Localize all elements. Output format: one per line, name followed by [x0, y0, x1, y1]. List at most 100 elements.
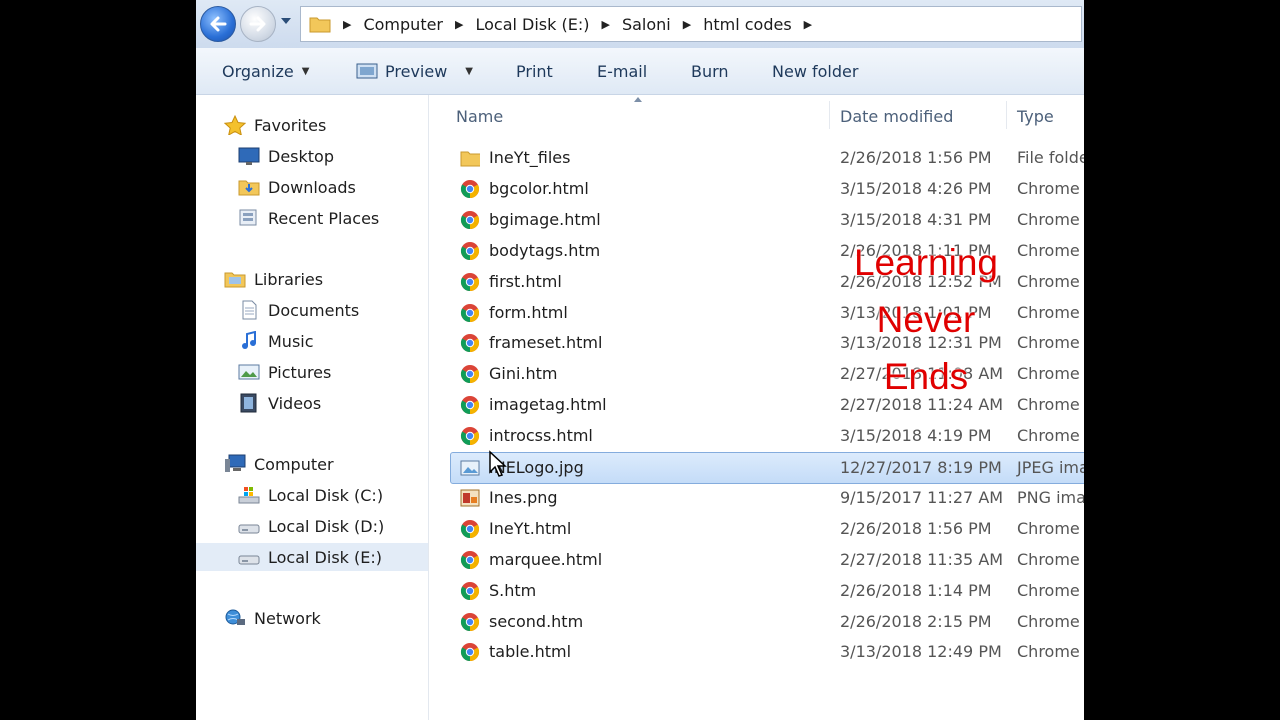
- file-date-modified: 12/27/2017 8:19 PM: [840, 458, 1002, 477]
- file-type: Chrome: [1017, 518, 1080, 538]
- chrome-icon: [460, 612, 480, 631]
- arrow-right-icon: [249, 16, 266, 32]
- file-row[interactable]: IneYt_files 2/26/2018 1:56 PM File folde: [451, 143, 1084, 173]
- new-folder-button[interactable]: New folder: [772, 48, 858, 94]
- column-date-modified[interactable]: Date modified: [840, 107, 953, 126]
- file-name: second.htm: [489, 611, 584, 631]
- back-button[interactable]: [200, 6, 236, 42]
- file-row[interactable]: second.htm 2/26/2018 2:15 PM Chrome: [451, 607, 1084, 637]
- file-date-modified: 3/15/2018 4:19 PM: [840, 426, 992, 446]
- chrome-icon: [460, 272, 480, 291]
- organize-label: Organize: [222, 61, 294, 81]
- file-name: table.html: [489, 642, 572, 662]
- preview-button[interactable]: Preview ▼: [355, 48, 473, 94]
- nav-videos[interactable]: Videos: [238, 389, 321, 417]
- nav-disk-c-label: Local Disk (C:): [268, 485, 384, 505]
- nav-pictures-label: Pictures: [268, 362, 332, 382]
- nav-computer[interactable]: Computer: [224, 450, 334, 478]
- column-divider[interactable]: [1006, 101, 1007, 129]
- file-type: Chrome: [1017, 364, 1080, 384]
- file-name: Gini.htm: [489, 364, 558, 384]
- file-type: Chrome: [1017, 642, 1080, 662]
- breadcrumb-arrow-icon[interactable]: ▶: [683, 18, 691, 31]
- nav-disk-d-label: Local Disk (D:): [268, 516, 385, 536]
- mouse-cursor-icon: [489, 450, 507, 477]
- nav-recent-places[interactable]: Recent Places: [238, 204, 379, 232]
- column-divider[interactable]: [829, 101, 830, 129]
- nav-local-disk-c[interactable]: Local Disk (C:): [238, 481, 383, 509]
- nav-network[interactable]: Network: [224, 604, 321, 632]
- file-name: form.html: [489, 302, 568, 322]
- png-icon: [460, 489, 480, 507]
- nav-documents-label: Documents: [268, 300, 360, 320]
- file-name: IneYt.html: [489, 518, 572, 538]
- folder-icon: [460, 151, 480, 167]
- file-type: PNG ima: [1017, 487, 1084, 507]
- breadcrumb-saloni[interactable]: Saloni: [622, 15, 671, 34]
- nav-downloads-label: Downloads: [268, 177, 356, 197]
- chrome-icon: [460, 210, 480, 229]
- file-date-modified: 3/13/2018 12:49 PM: [840, 642, 1002, 662]
- recent-pages-dropdown-icon[interactable]: [280, 16, 292, 26]
- breadcrumb-arrow-icon[interactable]: ▶: [343, 18, 351, 31]
- preview-label: Preview: [385, 61, 448, 81]
- file-type: JPEG ima: [1017, 458, 1084, 477]
- nav-downloads[interactable]: Downloads: [238, 173, 356, 201]
- file-row[interactable]: introcss.html 3/15/2018 4:19 PM Chrome: [451, 421, 1084, 451]
- nav-pictures[interactable]: Pictures: [238, 358, 331, 386]
- file-row[interactable]: IneYt.html 2/26/2018 1:56 PM Chrome: [451, 514, 1084, 544]
- column-header: Name Date modified Type: [429, 95, 1084, 135]
- file-date-modified: 2/27/2018 11:35 AM: [840, 549, 1004, 569]
- breadcrumb-arrow-icon[interactable]: ▶: [804, 18, 812, 31]
- file-type: Chrome: [1017, 426, 1080, 446]
- breadcrumb-html-codes[interactable]: html codes: [703, 15, 791, 34]
- nav-disk-e-label: Local Disk (E:): [268, 547, 382, 567]
- file-date-modified: 2/26/2018 1:56 PM: [840, 148, 992, 167]
- nav-desktop[interactable]: Desktop: [238, 142, 334, 170]
- chrome-icon: [460, 396, 480, 415]
- file-name: bgimage.html: [489, 209, 601, 229]
- file-row[interactable]: bgcolor.html 3/15/2018 4:26 PM Chrome: [451, 174, 1084, 204]
- pictures-icon: [238, 364, 260, 380]
- nav-documents[interactable]: Documents: [238, 296, 359, 324]
- chrome-icon: [460, 334, 480, 353]
- file-row[interactable]: Ines.png 9/15/2017 11:27 AM PNG ima: [451, 483, 1084, 513]
- print-button[interactable]: Print: [516, 48, 553, 94]
- breadcrumb-local-disk-e[interactable]: Local Disk (E:): [475, 15, 589, 34]
- breadcrumb-arrow-icon[interactable]: ▶: [455, 18, 463, 31]
- burn-button[interactable]: Burn: [691, 48, 729, 94]
- file-name: Ines.png: [489, 487, 558, 507]
- organize-button[interactable]: Organize ▼: [222, 48, 309, 94]
- file-row[interactable]: S.htm 2/26/2018 1:14 PM Chrome: [451, 576, 1084, 606]
- file-row[interactable]: marquee.html 2/27/2018 11:35 AM Chrome: [451, 545, 1084, 575]
- nav-network-label: Network: [254, 608, 321, 628]
- file-row[interactable]: INELogo.jpg 12/27/2017 8:19 PM JPEG ima: [450, 452, 1084, 484]
- recent-places-icon: [239, 209, 257, 226]
- file-type: Chrome: [1017, 333, 1080, 353]
- breadcrumb-arrow-icon[interactable]: ▶: [601, 18, 609, 31]
- breadcrumb: ▶ Computer ▶ Local Disk (E:) ▶ Saloni ▶ …: [309, 7, 824, 41]
- nav-local-disk-d[interactable]: Local Disk (D:): [238, 512, 384, 540]
- nav-favorites[interactable]: Favorites: [224, 111, 326, 139]
- file-row[interactable]: table.html 3/13/2018 12:49 PM Chrome: [451, 637, 1084, 667]
- downloads-folder-icon: [238, 180, 260, 196]
- file-row[interactable]: bgimage.html 3/15/2018 4:31 PM Chrome: [451, 205, 1084, 235]
- breadcrumb-computer[interactable]: Computer: [363, 15, 443, 34]
- nav-music[interactable]: Music: [238, 327, 314, 355]
- nav-local-disk-e[interactable]: Local Disk (E:): [196, 543, 428, 571]
- file-date-modified: 2/26/2018 2:15 PM: [840, 611, 992, 631]
- email-label: E-mail: [597, 61, 648, 81]
- column-type[interactable]: Type: [1017, 107, 1054, 126]
- drive-icon: [238, 555, 260, 565]
- libraries-icon: [224, 272, 246, 288]
- windows-drive-icon: [238, 487, 260, 504]
- column-name[interactable]: Name: [456, 107, 503, 126]
- star-icon: [224, 115, 246, 135]
- file-type: Chrome: [1017, 611, 1080, 631]
- watermark-line: Ends: [883, 356, 969, 397]
- breadcrumb-box[interactable]: ▶ Computer ▶ Local Disk (E:) ▶ Saloni ▶ …: [300, 6, 1082, 42]
- chrome-icon: [460, 179, 480, 198]
- forward-button[interactable]: [240, 6, 276, 42]
- email-button[interactable]: E-mail: [597, 48, 647, 94]
- nav-libraries[interactable]: Libraries: [224, 265, 323, 293]
